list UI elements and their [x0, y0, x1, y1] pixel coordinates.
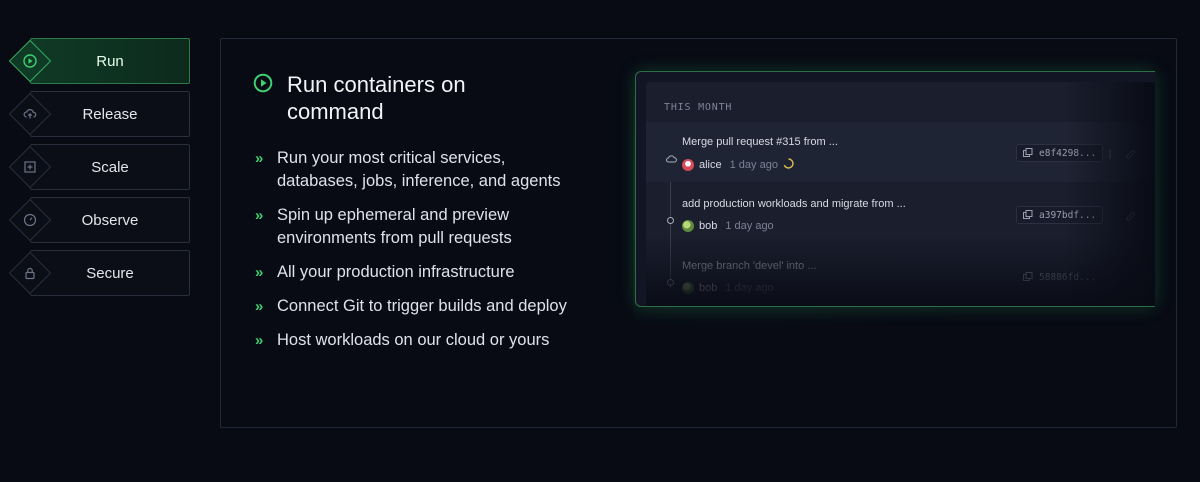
chevron-double-right-icon: »: [255, 264, 263, 281]
commit-message[interactable]: Merge pull request #315 from ...: [682, 136, 838, 148]
gauge-icon: [8, 198, 52, 242]
more-icon[interactable]: [1106, 146, 1114, 164]
commit-actions: [1106, 208, 1136, 226]
list-item: » Spin up ephemeral and preview environme…: [255, 204, 585, 250]
commit-row[interactable]: Merge pull request #315 from ... alice 1…: [646, 122, 1155, 182]
cloud-icon: [666, 150, 677, 163]
commit-history-inner: THIS MONTH Merge pull request #315 from …: [646, 82, 1155, 306]
commit-actions: [1106, 146, 1136, 164]
commit-meta: bob 1 day ago: [682, 220, 774, 232]
lock-icon: [8, 251, 52, 295]
tab-label: Secure: [86, 264, 134, 282]
chevron-double-right-icon: »: [255, 298, 263, 315]
feature-tab-list: Run Release Scale Observe Secure: [8, 38, 190, 303]
copy-icon: [1023, 272, 1033, 281]
commit-meta: alice 1 day ago: [682, 158, 794, 172]
panel-heading: Run containers on command: [253, 71, 487, 125]
panel-title: Run containers on command: [287, 72, 466, 124]
feature-panel: Run containers on command » Run your most…: [220, 38, 1177, 428]
commit-author: bob: [699, 282, 718, 294]
play-circle-icon: [8, 39, 52, 83]
commit-row[interactable]: add production workloads and migrate fro…: [646, 184, 1155, 244]
commit-sha: e8f4298...: [1039, 147, 1097, 159]
commit-message[interactable]: add production workloads and migrate fro…: [682, 198, 906, 210]
tab-run[interactable]: Run: [8, 38, 190, 84]
tab-label: Scale: [91, 158, 129, 176]
tab-secure[interactable]: Secure: [8, 250, 190, 296]
commit-node-icon: [666, 212, 675, 224]
tab-release[interactable]: Release: [8, 91, 190, 137]
commit-sha-button[interactable]: 58886fd...: [1016, 268, 1103, 286]
commit-sha-button[interactable]: a397bdf...: [1016, 206, 1104, 224]
chevron-double-right-icon: »: [255, 150, 263, 167]
list-item: » Host workloads on our cloud or yours: [255, 329, 585, 352]
copy-icon: [1023, 210, 1033, 219]
commit-node-icon: [666, 274, 675, 286]
commit-sha-button[interactable]: e8f4298...: [1016, 144, 1104, 162]
tab-observe[interactable]: Observe: [8, 197, 190, 243]
commit-author: alice: [699, 159, 722, 171]
tab-scale[interactable]: Scale: [8, 144, 190, 190]
commit-time: 1 day ago: [725, 282, 774, 294]
list-item: » Connect Git to trigger builds and deplo…: [255, 295, 585, 318]
avatar: [682, 282, 694, 294]
chevron-double-right-icon: »: [255, 207, 263, 224]
commit-sha: a397bdf...: [1039, 209, 1097, 221]
avatar: [682, 159, 694, 171]
loading-spinner-icon: [783, 158, 794, 172]
tab-label: Release: [82, 105, 138, 123]
section-label: THIS MONTH: [664, 102, 733, 113]
avatar: [682, 220, 694, 232]
edit-icon[interactable]: [1126, 208, 1136, 226]
commit-row[interactable]: Merge branch 'devel' into ... bob 1 day …: [646, 246, 1155, 306]
plus-square-icon: [8, 145, 52, 189]
commit-time: 1 day ago: [729, 159, 778, 171]
commit-meta: bob 1 day ago: [682, 282, 774, 294]
commit-time: 1 day ago: [725, 220, 774, 232]
play-circle-icon: [253, 73, 273, 125]
copy-icon: [1023, 148, 1033, 157]
list-item: » Run your most critical services, databa…: [255, 147, 585, 193]
tab-label: Run: [96, 52, 124, 70]
chevron-double-right-icon: »: [255, 332, 263, 349]
commit-author: bob: [699, 220, 718, 232]
commit-message[interactable]: Merge branch 'devel' into ...: [682, 260, 816, 272]
tab-label: Observe: [81, 211, 139, 229]
list-item: » All your production infrastructure: [255, 261, 585, 284]
commit-history-card: THIS MONTH Merge pull request #315 from …: [635, 71, 1155, 307]
commit-sha: 58886fd...: [1039, 271, 1097, 283]
feature-list: » Run your most critical services, databa…: [255, 147, 585, 363]
cloud-upload-icon: [8, 92, 52, 136]
edit-icon[interactable]: [1126, 146, 1136, 164]
